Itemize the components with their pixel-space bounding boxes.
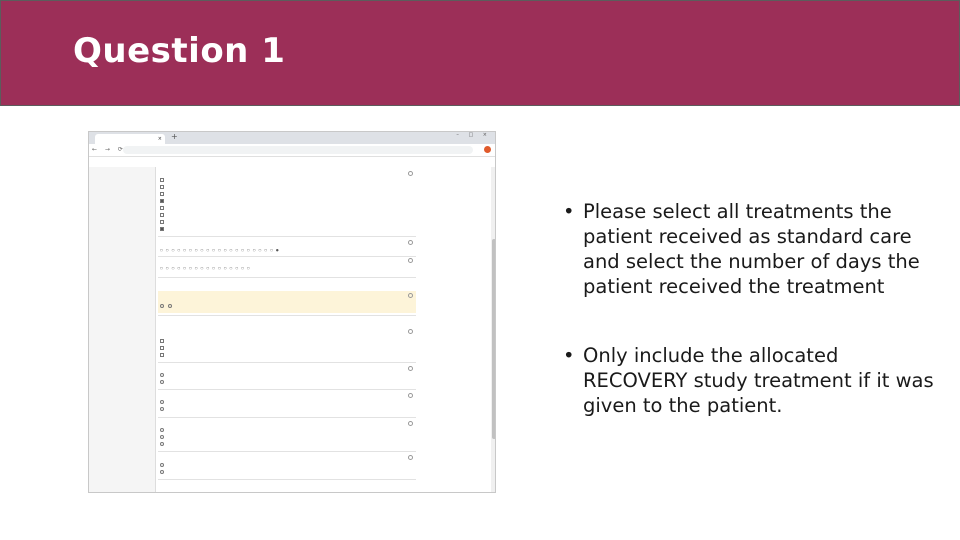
- radio-option: [160, 428, 168, 432]
- radio-option: [160, 304, 176, 308]
- checkbox-option: [160, 339, 168, 343]
- browser-tab: ×: [95, 134, 165, 144]
- radio-option: [160, 442, 168, 446]
- bullet-item: Please select all treatments the patient…: [563, 199, 948, 299]
- checkbox-option: [160, 206, 168, 210]
- bullet-item: Only include the allocated RECOVERY stud…: [563, 343, 948, 418]
- url-field: [123, 146, 473, 154]
- bullet-list: Please select all treatments the patient…: [563, 199, 948, 418]
- checkbox-option: [160, 353, 168, 357]
- help-icon: [408, 366, 413, 371]
- browser-tabstrip: × + – □ ×: [89, 132, 495, 144]
- plus-icon: +: [171, 132, 178, 141]
- help-icon: [408, 421, 413, 426]
- nav-arrows-icon: ← → ⟳: [92, 146, 126, 153]
- form-body: ○ ○ ○ ○ ○ ○ ○ ○ ○ ○ ○ ○ ○ ○ ○ ○ ○ ○ ○ ○ …: [155, 167, 495, 492]
- slide-title: Question 1: [73, 31, 286, 71]
- extension-icon: [484, 146, 491, 153]
- scrollbar-thumb: [492, 239, 495, 439]
- checkbox-option: [160, 178, 168, 182]
- help-icon: [408, 293, 413, 298]
- close-icon: ×: [157, 136, 162, 142]
- browser-address-bar: ← → ⟳: [89, 144, 495, 157]
- checkbox-option: [160, 213, 168, 217]
- radio-option: [160, 435, 168, 439]
- checkbox-option: [160, 346, 168, 350]
- help-icon: [408, 393, 413, 398]
- help-icon: [408, 171, 413, 176]
- section-heading: [160, 319, 161, 323]
- radio-option: [160, 400, 168, 404]
- help-icon: [408, 258, 413, 263]
- help-icon: [408, 329, 413, 334]
- help-icon: [408, 240, 413, 245]
- checkbox-option: [160, 220, 168, 224]
- title-bar: Question 1: [0, 0, 960, 106]
- radio-option: [160, 373, 168, 377]
- scrollbar: [491, 167, 495, 492]
- window-controls-icon: – □ ×: [456, 132, 491, 138]
- checkbox-option: [160, 199, 168, 203]
- radio-option: [160, 380, 168, 384]
- checkbox-option: [160, 192, 168, 196]
- help-icon: [408, 455, 413, 460]
- radio-option: [160, 463, 168, 467]
- form-screenshot: × + – □ × ← → ⟳ ○ ○ ○ ○ ○ ○ ○ ○ ○ ○ ○ ○ …: [88, 131, 496, 493]
- day-scale: ○ ○ ○ ○ ○ ○ ○ ○ ○ ○ ○ ○ ○ ○ ○ ○ ○ ○ ○ ○ …: [160, 248, 280, 252]
- form-page: ○ ○ ○ ○ ○ ○ ○ ○ ○ ○ ○ ○ ○ ○ ○ ○ ○ ○ ○ ○ …: [89, 167, 495, 492]
- checkbox-option: [160, 227, 168, 231]
- highlighted-question: [158, 291, 416, 313]
- day-scale: ○ ○ ○ ○ ○ ○ ○ ○ ○ ○ ○ ○ ○ ○ ○ ○: [160, 266, 251, 270]
- radio-option: [160, 407, 168, 411]
- section-heading: [160, 281, 161, 285]
- radio-option: [160, 470, 168, 474]
- checkbox-option: [160, 185, 168, 189]
